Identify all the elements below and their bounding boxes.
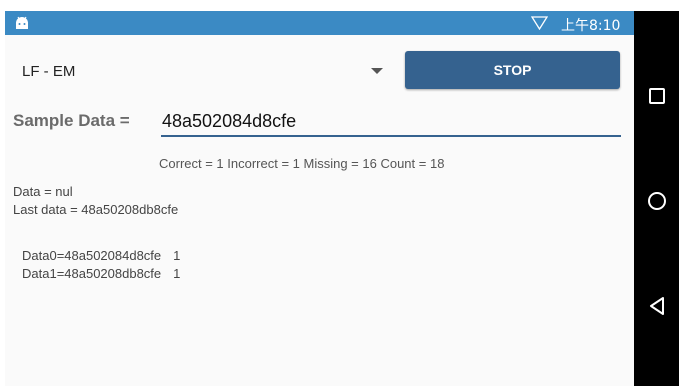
data-line: Data = nul <box>13 184 73 199</box>
list-item-label: Data1=48a50208db8cfe <box>22 266 162 281</box>
back-icon[interactable] <box>649 297 665 315</box>
list-item-count: 1 <box>173 248 181 263</box>
wifi-icon <box>531 16 548 30</box>
sample-data-label: Sample Data = <box>13 111 130 130</box>
navigation-bar <box>634 11 679 386</box>
stats-text: Correct = 1 Incorrect = 1 Missing = 16 C… <box>159 156 445 171</box>
list-item: Data0=48a502084d8cfe 1 <box>22 248 180 263</box>
list-item: Data1=48a50208db8cfe 1 <box>22 266 180 281</box>
last-data-line: Last data = 48a50208db8cfe <box>13 202 179 217</box>
list-item-label: Data0=48a502084d8cfe <box>22 248 162 263</box>
stop-button[interactable]: STOP <box>405 51 620 89</box>
chevron-down-icon <box>371 68 383 74</box>
recents-icon[interactable] <box>649 88 665 104</box>
status-time: 上午8:10 <box>561 18 621 34</box>
home-icon[interactable] <box>647 191 667 211</box>
app-screen: 上午8:10 LF - EM STOP Sample Data = Correc… <box>5 11 634 386</box>
spinner-value: LF - EM <box>22 63 76 80</box>
list-item-count: 1 <box>173 266 181 281</box>
status-bar: 上午8:10 <box>5 11 634 35</box>
sample-data-input[interactable] <box>161 107 621 137</box>
android-icon <box>16 16 28 29</box>
mode-spinner[interactable]: LF - EM <box>13 56 388 86</box>
